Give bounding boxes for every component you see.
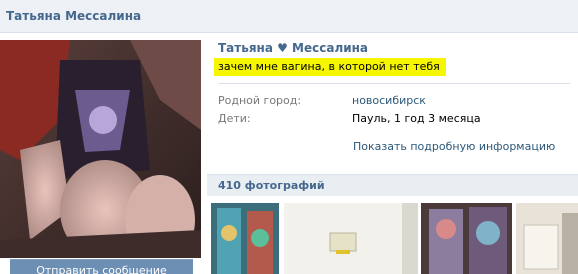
photo-thumbnail[interactable] (421, 203, 512, 274)
send-message-button[interactable]: Отправить сообщение (10, 259, 193, 274)
info-value-hometown[interactable]: новосибирск (352, 94, 426, 107)
profile-name: Татьяна ♥ Мессалина (218, 41, 369, 55)
photo-thumbnail-image (421, 203, 512, 274)
photo-thumbnail-image (284, 203, 418, 274)
show-more-info-link[interactable]: Показать подробную информацию (353, 140, 555, 153)
photo-thumbnail-image (211, 203, 279, 274)
info-label-hometown: Родной город: (218, 94, 302, 107)
photos-section-header[interactable]: 410 фотографий (207, 174, 578, 196)
photo-thumbnail[interactable] (211, 203, 279, 274)
info-value-children: Пауль, 1 год 3 месяца (352, 112, 481, 125)
page-title[interactable]: Татьяна Мессалина (6, 9, 141, 23)
profile-status[interactable]: зачем мне вагина, в которой нет тебя (214, 58, 446, 76)
profile-photo[interactable] (0, 40, 201, 258)
photo-thumbnail[interactable] (284, 203, 418, 274)
photo-thumbnail[interactable] (516, 203, 578, 274)
photo-thumbnail-image (516, 203, 578, 274)
profile-photo-image (0, 40, 201, 258)
divider (218, 83, 570, 84)
photos-count: 410 фотографий (218, 179, 325, 192)
page-header: Татьяна Мессалина (0, 0, 578, 33)
info-label-children: Дети: (218, 112, 251, 125)
